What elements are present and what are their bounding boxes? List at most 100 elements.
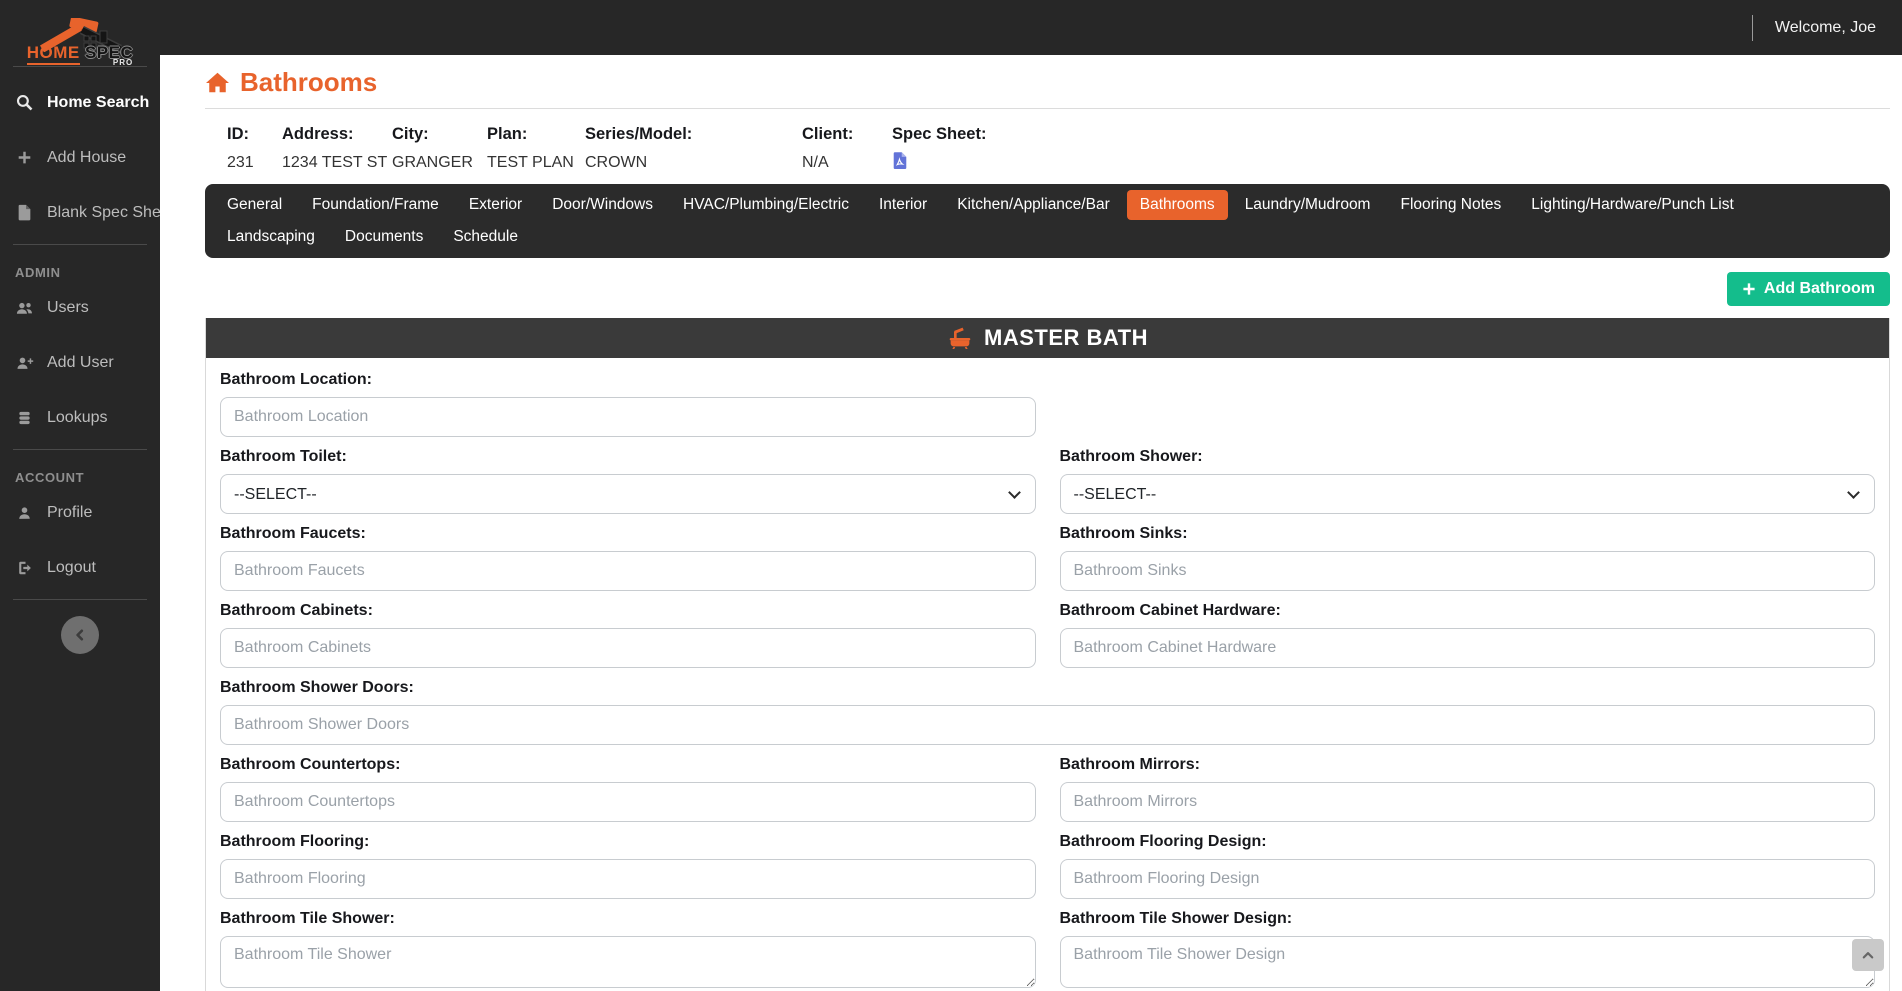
tab-lighting-hardware-punch-list[interactable]: Lighting/Hardware/Punch List (1518, 190, 1746, 220)
sidebar-item-profile[interactable]: Profile (0, 485, 160, 540)
main-area: Welcome, Joe Bathrooms ID: 231 Address: (160, 0, 1902, 991)
tab-documents[interactable]: Documents (332, 222, 436, 252)
sidebar-item-add-house[interactable]: Add House (0, 130, 160, 185)
field-bathroom-shower: Bathroom Shower: --SELECT-- (1059, 437, 1875, 514)
tab-exterior[interactable]: Exterior (456, 190, 535, 220)
bathroom-toilet-select[interactable]: --SELECT-- (220, 474, 1036, 514)
bathroom-cabinets-input[interactable] (220, 628, 1036, 668)
info-city: City: GRANGER (392, 125, 473, 171)
topbar: Welcome, Joe (160, 0, 1902, 55)
sidebar-item-logout[interactable]: Logout (0, 540, 160, 595)
actions-row: Add Bathroom (205, 272, 1890, 306)
tab-bathrooms[interactable]: Bathrooms (1126, 190, 1228, 220)
file-pdf-icon (892, 151, 908, 170)
sidebar-item-label: Blank Spec Sheet (47, 203, 175, 221)
info-address: Address: 1234 TEST ST (282, 125, 388, 171)
sidebar-item-blank-spec-sheet[interactable]: Blank Spec Sheet (0, 185, 174, 240)
field-bathroom-cabinet-hardware: Bathroom Cabinet Hardware: (1059, 591, 1875, 668)
chevron-left-icon (72, 627, 88, 643)
sidebar-item-label: Profile (47, 503, 93, 521)
app-window: HOME SPEC PRO Home Search Add House Blan… (0, 0, 1902, 991)
form-row: Bathroom Tile Shower: Bathroom Tile Show… (220, 899, 1875, 988)
bathroom-location-input[interactable] (220, 397, 1036, 437)
homespec-logo[interactable]: HOME SPEC PRO (0, 0, 160, 67)
bathroom-tile-shower-design-textarea[interactable] (1059, 936, 1875, 988)
plus-icon (15, 150, 34, 165)
field-bathroom-location: Bathroom Location: (220, 360, 1036, 437)
bathroom-tile-shower-textarea[interactable] (220, 936, 1036, 988)
field-bathroom-mirrors: Bathroom Mirrors: (1059, 745, 1875, 822)
sidebar-divider (13, 599, 147, 600)
info-plan: Plan: TEST PLAN (487, 125, 574, 171)
form-row: Bathroom Faucets: Bathroom Sinks: (220, 514, 1875, 591)
tab-flooring-notes[interactable]: Flooring Notes (1387, 190, 1514, 220)
tab-landscaping[interactable]: Landscaping (214, 222, 328, 252)
sidebar-section-account: ACCOUNT (15, 470, 85, 485)
field-bathroom-toilet: Bathroom Toilet: --SELECT-- (220, 437, 1036, 514)
tab-laundry-mudroom[interactable]: Laundry/Mudroom (1232, 190, 1384, 220)
form-row: Bathroom Countertops: Bathroom Mirrors: (220, 745, 1875, 822)
page-title: Bathrooms (205, 67, 1890, 98)
bathroom-card: MASTER BATH Bathroom Location: Bathroom … (205, 318, 1890, 991)
info-id: ID: 231 (227, 125, 254, 171)
sidebar-item-home-search[interactable]: Home Search (0, 75, 160, 130)
tab-kitchen-appliance-bar[interactable]: Kitchen/Appliance/Bar (944, 190, 1123, 220)
tab-hvac-plumbing-electric[interactable]: HVAC/Plumbing/Electric (670, 190, 862, 220)
bathroom-shower-select[interactable]: --SELECT-- (1059, 474, 1875, 514)
spec-tab-bar: General Foundation/Frame Exterior Door/W… (205, 184, 1890, 258)
bathroom-faucets-input[interactable] (220, 551, 1036, 591)
info-spec-sheet: Spec Sheet: (892, 125, 986, 172)
bathroom-flooring-design-input[interactable] (1059, 859, 1875, 899)
sidebar-item-users[interactable]: Users (0, 280, 160, 335)
sidebar-section-admin: ADMIN (15, 265, 61, 280)
add-bathroom-button[interactable]: Add Bathroom (1726, 272, 1890, 306)
info-series-model: Series/Model: CROWN (585, 125, 693, 171)
field-bathroom-faucets: Bathroom Faucets: (220, 514, 1036, 591)
sidebar-item-lookups[interactable]: Lookups (0, 390, 160, 445)
field-bathroom-sinks: Bathroom Sinks: (1059, 514, 1875, 591)
sidebar-item-label: Add User (47, 353, 114, 371)
sidebar-collapse-button[interactable] (61, 616, 99, 654)
empty-spacer (1060, 360, 1876, 437)
sidebar-divider (13, 449, 147, 450)
bathtub-icon (947, 326, 973, 350)
spec-sheet-pdf-link[interactable] (892, 151, 910, 170)
chevron-up-icon (1860, 947, 1876, 963)
content: Bathrooms ID: 231 Address: 1234 TEST ST … (160, 55, 1902, 991)
scroll-to-top-button[interactable] (1852, 939, 1884, 971)
form-row: Bathroom Cabinets: Bathroom Cabinet Hard… (220, 591, 1875, 668)
house-icon (205, 71, 230, 94)
form-row: Bathroom Flooring: Bathroom Flooring Des… (220, 822, 1875, 899)
sidebar-divider (13, 244, 147, 245)
field-bathroom-flooring: Bathroom Flooring: (220, 822, 1036, 899)
bathroom-mirrors-input[interactable] (1059, 782, 1875, 822)
bathroom-shower-doors-input[interactable] (220, 705, 1875, 745)
plus-icon (1742, 282, 1756, 296)
file-pdf-icon (15, 204, 34, 221)
bathroom-sinks-input[interactable] (1059, 551, 1875, 591)
welcome-text: Welcome, Joe (1774, 18, 1876, 36)
tab-door-windows[interactable]: Door/Windows (539, 190, 666, 220)
bathroom-flooring-input[interactable] (220, 859, 1036, 899)
sidebar-nav: Home Search Add House Blank Spec Sheet A… (0, 71, 174, 654)
bathroom-countertops-input[interactable] (220, 782, 1036, 822)
tab-general[interactable]: General (214, 190, 295, 220)
field-bathroom-tile-shower-design: Bathroom Tile Shower Design: (1059, 899, 1875, 988)
form-row: Bathroom Shower Doors: (220, 668, 1875, 745)
user-icon (15, 505, 34, 521)
house-info-row: ID: 231 Address: 1234 TEST ST City: GRAN… (227, 125, 1890, 172)
user-plus-icon (15, 355, 34, 371)
tab-interior[interactable]: Interior (866, 190, 940, 220)
field-bathroom-countertops: Bathroom Countertops: (220, 745, 1036, 822)
sidebar-item-add-user[interactable]: Add User (0, 335, 160, 390)
bathroom-form: Bathroom Location: Bathroom Toilet: --SE… (206, 358, 1889, 991)
form-row: Bathroom Location: (220, 360, 1875, 437)
bathroom-cabinet-hardware-input[interactable] (1059, 628, 1875, 668)
search-icon (15, 94, 34, 111)
tab-schedule[interactable]: Schedule (440, 222, 531, 252)
database-icon (15, 410, 34, 426)
field-bathroom-flooring-design: Bathroom Flooring Design: (1059, 822, 1875, 899)
bathroom-card-header: MASTER BATH (206, 318, 1889, 358)
topbar-divider (1751, 14, 1753, 41)
tab-foundation-frame[interactable]: Foundation/Frame (299, 190, 452, 220)
